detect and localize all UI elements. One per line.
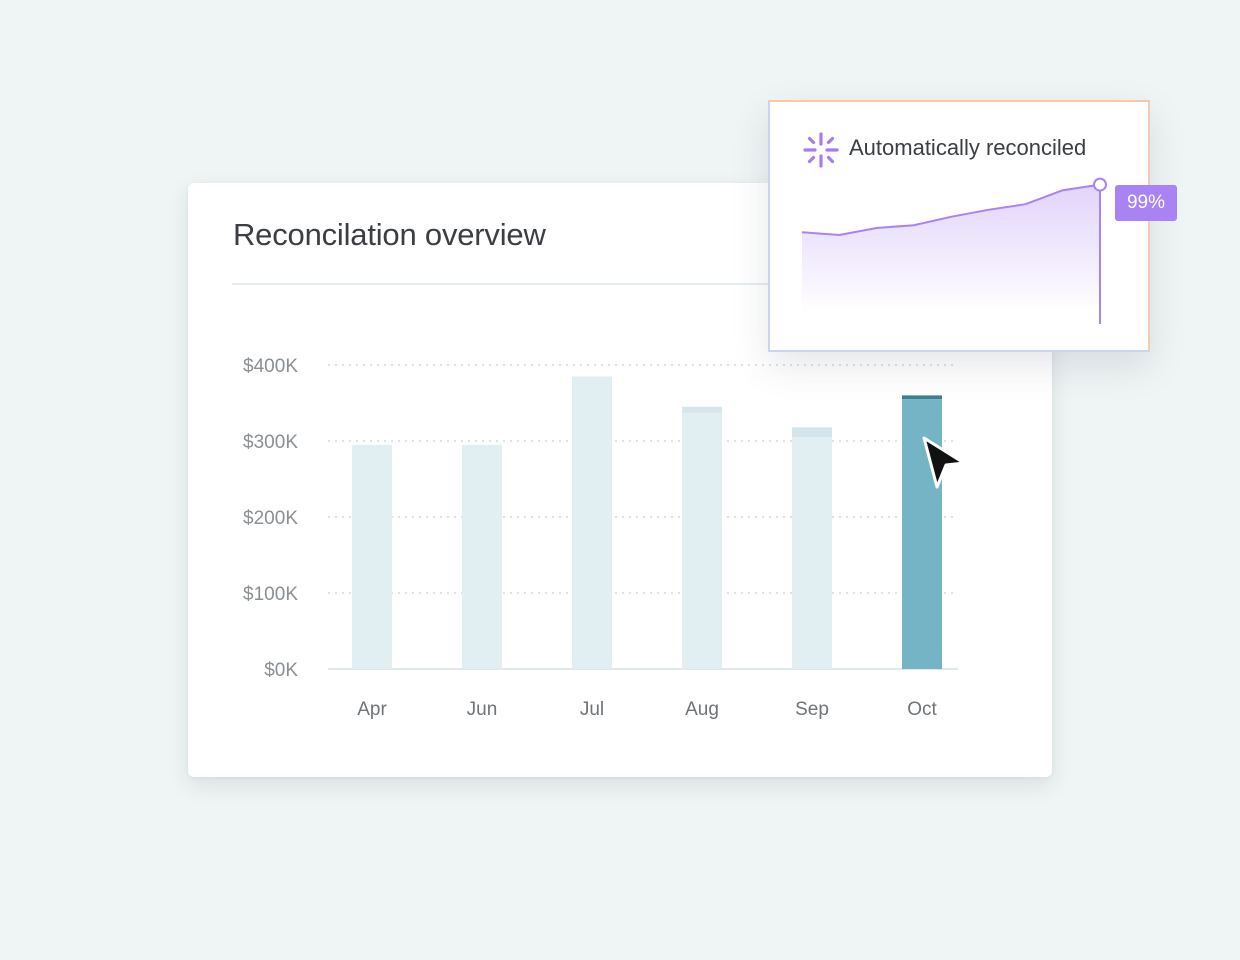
y-tick-label: $300K	[243, 432, 298, 453]
bar-jul[interactable]	[572, 376, 612, 669]
hover-point[interactable]	[1093, 177, 1107, 192]
x-tick-label: Oct	[907, 699, 937, 720]
x-tick-label: Apr	[357, 699, 387, 720]
y-tick-label: $0K	[264, 660, 298, 681]
trend-area	[802, 184, 1100, 314]
percentage-badge: 99%	[1115, 185, 1177, 221]
x-tick-label: Aug	[685, 699, 719, 720]
y-tick-label: $100K	[243, 584, 298, 605]
arrow-pointer-icon	[922, 436, 966, 489]
bar-cap-aug	[682, 406, 722, 413]
bar-aug[interactable]	[682, 412, 722, 669]
auto-reconciled-popup: Automatically reconciled 99%	[768, 100, 1177, 352]
trend-area-chart	[801, 177, 1107, 324]
y-tick-label: $400K	[243, 356, 298, 377]
y-tick-label: $200K	[243, 508, 298, 529]
x-tick-label: Sep	[795, 699, 829, 720]
bar-cap-sep	[792, 427, 832, 438]
bar-jun[interactable]	[462, 444, 502, 669]
bar-cap-oct	[902, 395, 942, 400]
bar-sep[interactable]	[792, 437, 832, 669]
bar-apr[interactable]	[352, 444, 392, 669]
x-tick-label: Jun	[467, 699, 498, 720]
x-tick-label: Jul	[580, 699, 604, 720]
